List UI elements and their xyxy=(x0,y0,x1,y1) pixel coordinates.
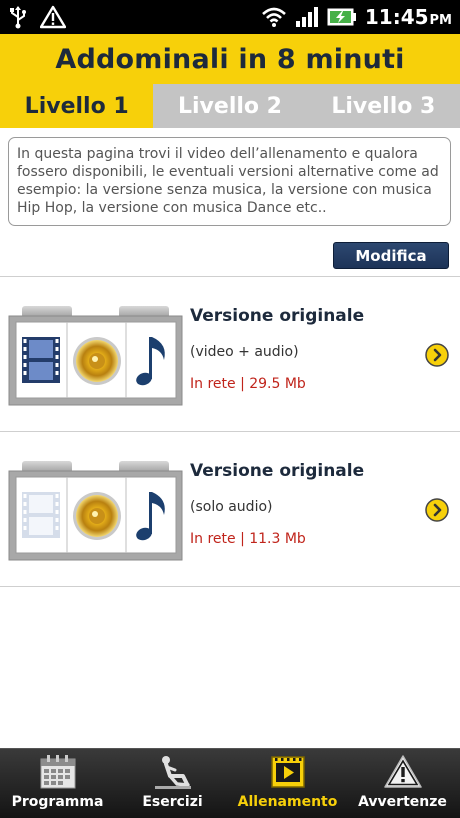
warning-triangle-icon xyxy=(383,755,422,788)
version-size: In rete | 11.3 Mb xyxy=(190,531,306,547)
media-thumbnail xyxy=(8,306,183,406)
calendar-icon xyxy=(40,755,75,789)
status-bar: 11:45PM xyxy=(0,0,460,34)
speaker-icon xyxy=(73,492,121,540)
speaker-icon xyxy=(73,337,121,385)
nav-programma[interactable]: Programma xyxy=(0,749,115,818)
version-row-video-audio[interactable]: Versione originale (video + audio) In re… xyxy=(0,277,460,431)
description-text: In questa pagina trovi il video dell’all… xyxy=(8,137,451,226)
version-row-audio-only[interactable]: Versione originale (solo audio) In rete … xyxy=(0,432,460,586)
wifi-icon xyxy=(261,7,286,27)
header-bar: Addominali in 8 minuti xyxy=(0,34,460,84)
nav-avvertenze[interactable]: Avvertenze xyxy=(345,749,460,818)
battery-charging-icon xyxy=(327,8,356,26)
situp-figure-icon xyxy=(154,756,191,789)
clock-suffix: PM xyxy=(429,13,452,28)
nav-label: Programma xyxy=(11,794,104,810)
chevron-right-icon[interactable] xyxy=(425,498,449,522)
signal-icon xyxy=(295,7,318,27)
film-disabled-icon xyxy=(22,492,60,538)
play-video-icon xyxy=(270,756,305,788)
nav-label: Avvertenze xyxy=(358,794,447,810)
warning-icon xyxy=(40,5,66,29)
nav-esercizi[interactable]: Esercizi xyxy=(115,749,230,818)
usb-icon xyxy=(10,6,26,29)
nav-allenamento[interactable]: Allenamento xyxy=(230,749,345,818)
tab-livello-2[interactable]: Livello 2 xyxy=(153,84,306,128)
film-icon xyxy=(22,337,60,383)
page-title: Addominali in 8 minuti xyxy=(55,43,405,75)
version-title: Versione originale xyxy=(190,461,365,481)
media-thumbnail xyxy=(8,461,183,561)
version-title: Versione originale xyxy=(190,306,365,326)
nav-label: Esercizi xyxy=(142,794,203,810)
clock: 11:45PM xyxy=(365,5,452,29)
edit-button[interactable]: Modifica xyxy=(333,242,449,269)
bottom-navigation: Programma Esercizi Allenamento Avvertenz… xyxy=(0,748,460,818)
tab-livello-1[interactable]: Livello 1 xyxy=(0,84,154,128)
nav-label: Allenamento xyxy=(237,794,338,810)
chevron-right-icon[interactable] xyxy=(425,343,449,367)
level-tabs: Livello 1 Livello 2 Livello 3 xyxy=(0,84,460,128)
version-subtitle: (video + audio) xyxy=(190,344,299,360)
version-subtitle: (solo audio) xyxy=(190,499,273,515)
clock-time: 11:45 xyxy=(364,5,429,29)
tab-livello-3[interactable]: Livello 3 xyxy=(307,84,460,128)
divider xyxy=(0,586,460,587)
version-size: In rete | 29.5 Mb xyxy=(190,376,306,392)
